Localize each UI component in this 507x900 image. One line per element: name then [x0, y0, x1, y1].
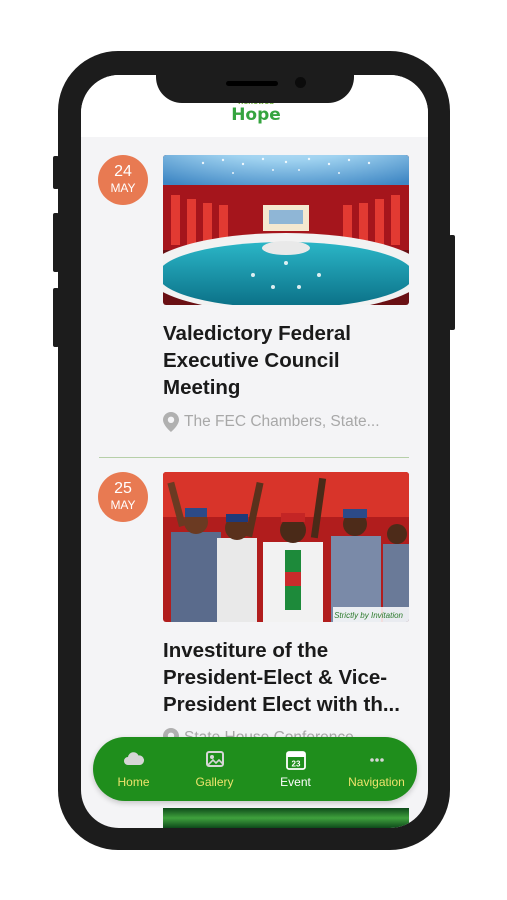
notch	[156, 58, 354, 103]
cloud-home-icon	[123, 751, 144, 765]
speaker-grille	[226, 81, 278, 86]
mute-switch	[53, 156, 59, 189]
calendar-day-number: 23	[291, 759, 300, 768]
event-title[interactable]: Investiture of the President-Elect & Vic…	[163, 637, 411, 718]
event-location: The FEC Chambers, State...	[163, 411, 411, 433]
nav-gallery-label: Gallery	[195, 774, 234, 789]
nav-navigation-label: Navigation	[348, 774, 405, 789]
location-pin-icon	[163, 412, 179, 432]
more-dots-icon	[369, 757, 384, 762]
gallery-icon	[205, 750, 224, 767]
volume-down-button	[53, 288, 59, 347]
app-screen: Renewed Hope 24 MAY	[81, 75, 428, 828]
next-event-image-peek	[163, 808, 409, 828]
volume-up-button	[53, 213, 59, 272]
event-image-investiture[interactable]: Strictly by Invitation	[163, 472, 409, 622]
front-camera	[295, 77, 306, 88]
date-month: MAY	[110, 181, 136, 195]
date-day: 24	[114, 163, 132, 180]
nav-event[interactable]: 23 Event	[255, 750, 336, 789]
date-day: 25	[114, 480, 132, 497]
date-badge: 24 MAY	[98, 155, 148, 205]
invitation-caption: Strictly by Invitation	[334, 611, 403, 620]
nav-navigation[interactable]: Navigation	[336, 750, 417, 789]
nav-gallery[interactable]: Gallery	[174, 750, 255, 789]
event-divider	[99, 457, 409, 458]
event-title[interactable]: Valedictory Federal Executive Council Me…	[163, 320, 411, 401]
nav-home-label: Home	[117, 774, 150, 789]
nav-event-label: Event	[280, 774, 311, 789]
nav-home[interactable]: Home	[93, 750, 174, 789]
date-badge: 25 MAY	[98, 472, 148, 522]
event-image-council-chamber[interactable]	[163, 155, 409, 305]
logo-wordmark: Hope	[231, 105, 281, 125]
power-button	[449, 235, 455, 330]
investiture-photo: Strictly by Invitation	[163, 472, 409, 622]
calendar-icon: 23	[285, 750, 306, 770]
council-chamber-photo	[163, 155, 409, 305]
bottom-navigation: Home Gallery 23 Event Navigation	[93, 737, 417, 801]
event-location-text: The FEC Chambers, State...	[184, 413, 380, 430]
date-month: MAY	[110, 498, 136, 512]
